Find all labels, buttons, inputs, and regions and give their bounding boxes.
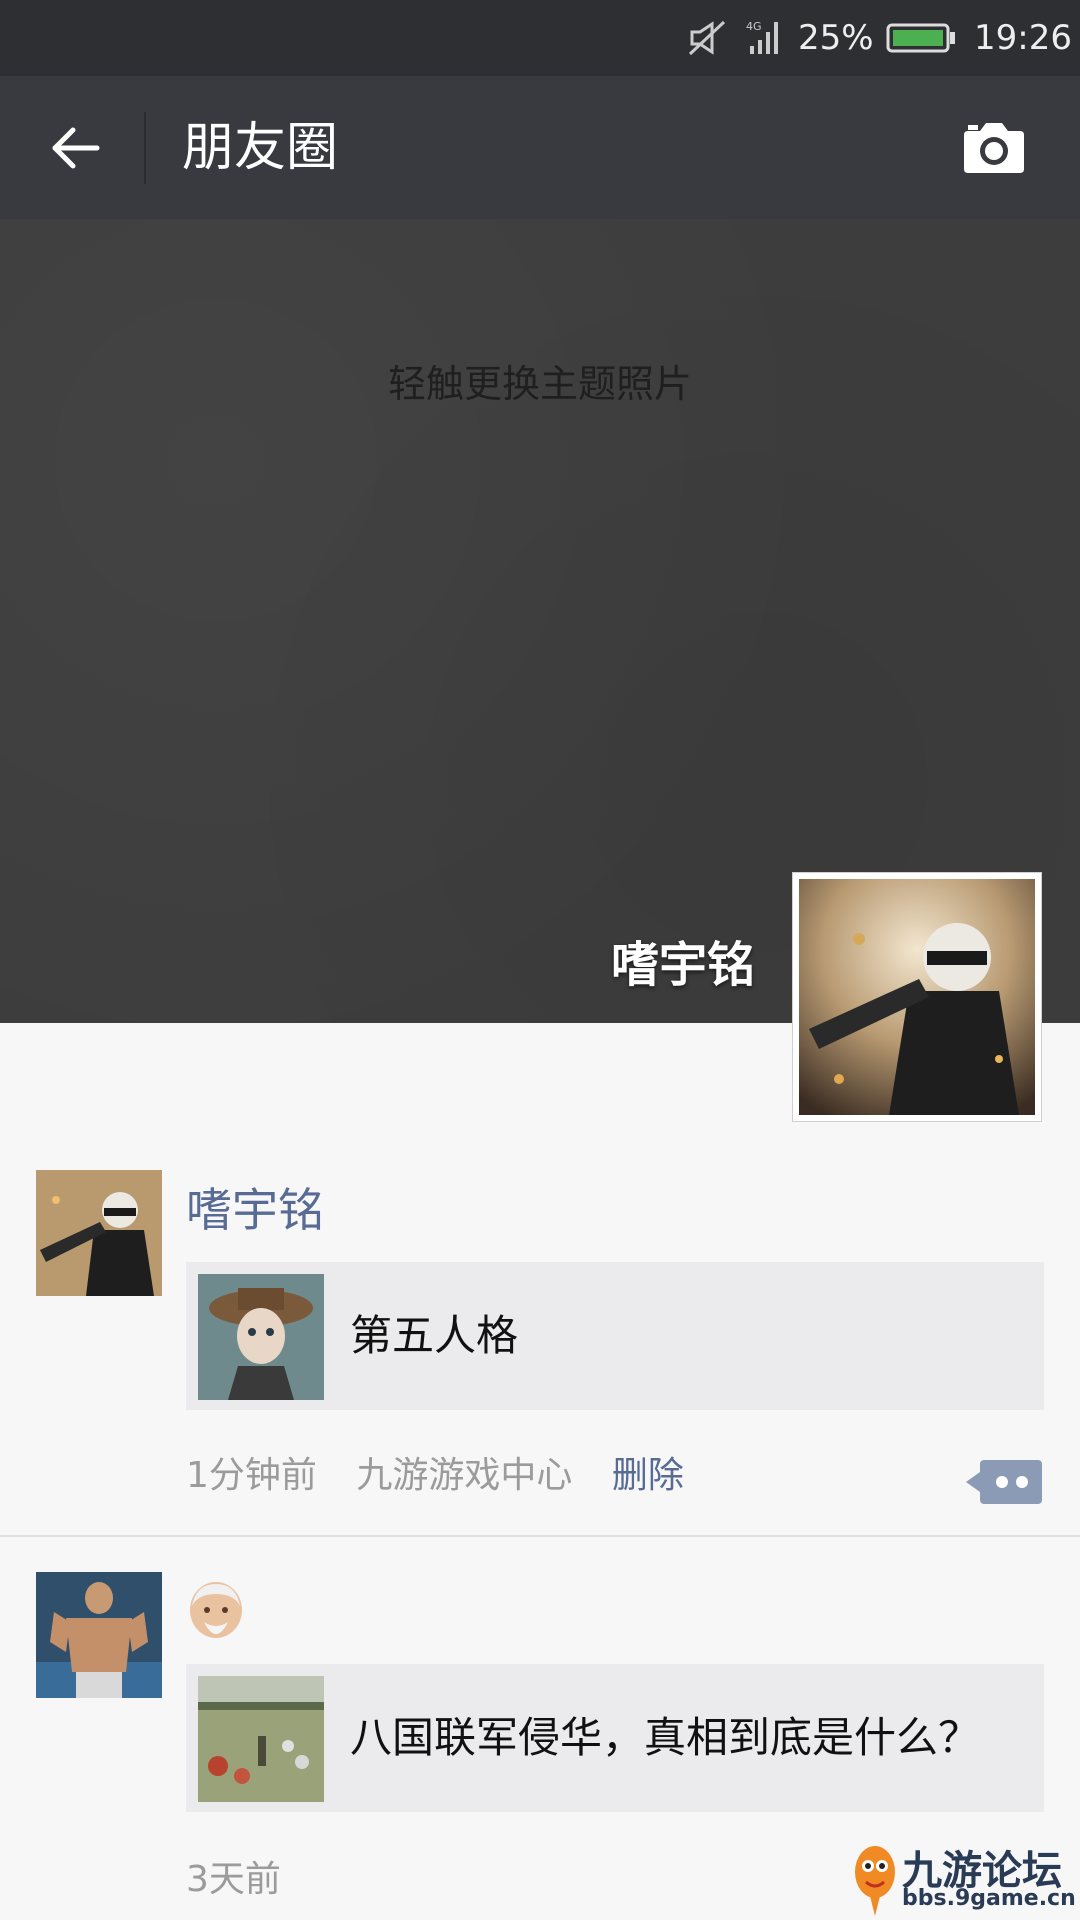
moment-post: 嗜宇铭 第五人格 1分钟前 九游游戏中心 删除 <box>0 1170 1080 1536</box>
profile-avatar[interactable] <box>792 872 1042 1122</box>
watermark-url: bbs.9game.cn <box>902 1886 1076 1911</box>
post-time: 1分钟前 <box>186 1455 317 1496</box>
author-emoji-avatar[interactable] <box>186 1576 246 1640</box>
card-title: 第五人格 <box>350 1311 519 1360</box>
battery-icon <box>886 16 956 60</box>
shared-link-card[interactable]: 八国联军侵华，真相到底是什么？ <box>186 1664 1044 1812</box>
nav-divider <box>144 112 146 184</box>
post-author-name[interactable]: 嗜宇铭 <box>186 1174 324 1240</box>
top-nav-bar: 朋友圈 <box>0 76 1080 219</box>
avatar[interactable] <box>36 1572 162 1698</box>
cover-hint-text: 轻触更换主题照片 <box>387 362 692 406</box>
post-meta: 3天前 <box>186 1850 309 1902</box>
svg-text:4G: 4G <box>746 20 762 33</box>
card-title: 八国联军侵华，真相到底是什么？ <box>350 1713 981 1762</box>
avatar[interactable] <box>36 1170 162 1296</box>
mascot-icon <box>855 1846 895 1916</box>
comment-menu-button[interactable] <box>966 1460 1042 1504</box>
arrow-left-icon <box>52 127 100 169</box>
status-bar: 4G 25% 19:26 <box>0 0 1080 76</box>
post-time: 3天前 <box>186 1859 281 1900</box>
post-divider <box>0 1535 1080 1537</box>
card-thumbnail <box>198 1274 324 1400</box>
signal-icon: 4G <box>746 16 786 60</box>
cover-user-name: 嗜宇铭 <box>610 937 755 993</box>
post-meta: 1分钟前 九游游戏中心 删除 <box>186 1446 712 1498</box>
camera-button[interactable] <box>958 118 1030 178</box>
shared-link-card[interactable]: 第五人格 <box>186 1262 1044 1410</box>
battery-percent: 25% <box>798 18 874 58</box>
back-button[interactable] <box>40 116 110 180</box>
clock-time: 19:26 <box>974 18 1072 58</box>
page-title: 朋友圈 <box>182 118 339 178</box>
delete-button[interactable]: 删除 <box>612 1455 684 1496</box>
mute-icon <box>688 16 732 60</box>
site-watermark: 九游论坛 bbs.9game.cn <box>850 1838 1076 1918</box>
camera-icon <box>964 123 1024 173</box>
card-thumbnail <box>198 1676 324 1802</box>
post-source[interactable]: 九游游戏中心 <box>356 1455 572 1496</box>
